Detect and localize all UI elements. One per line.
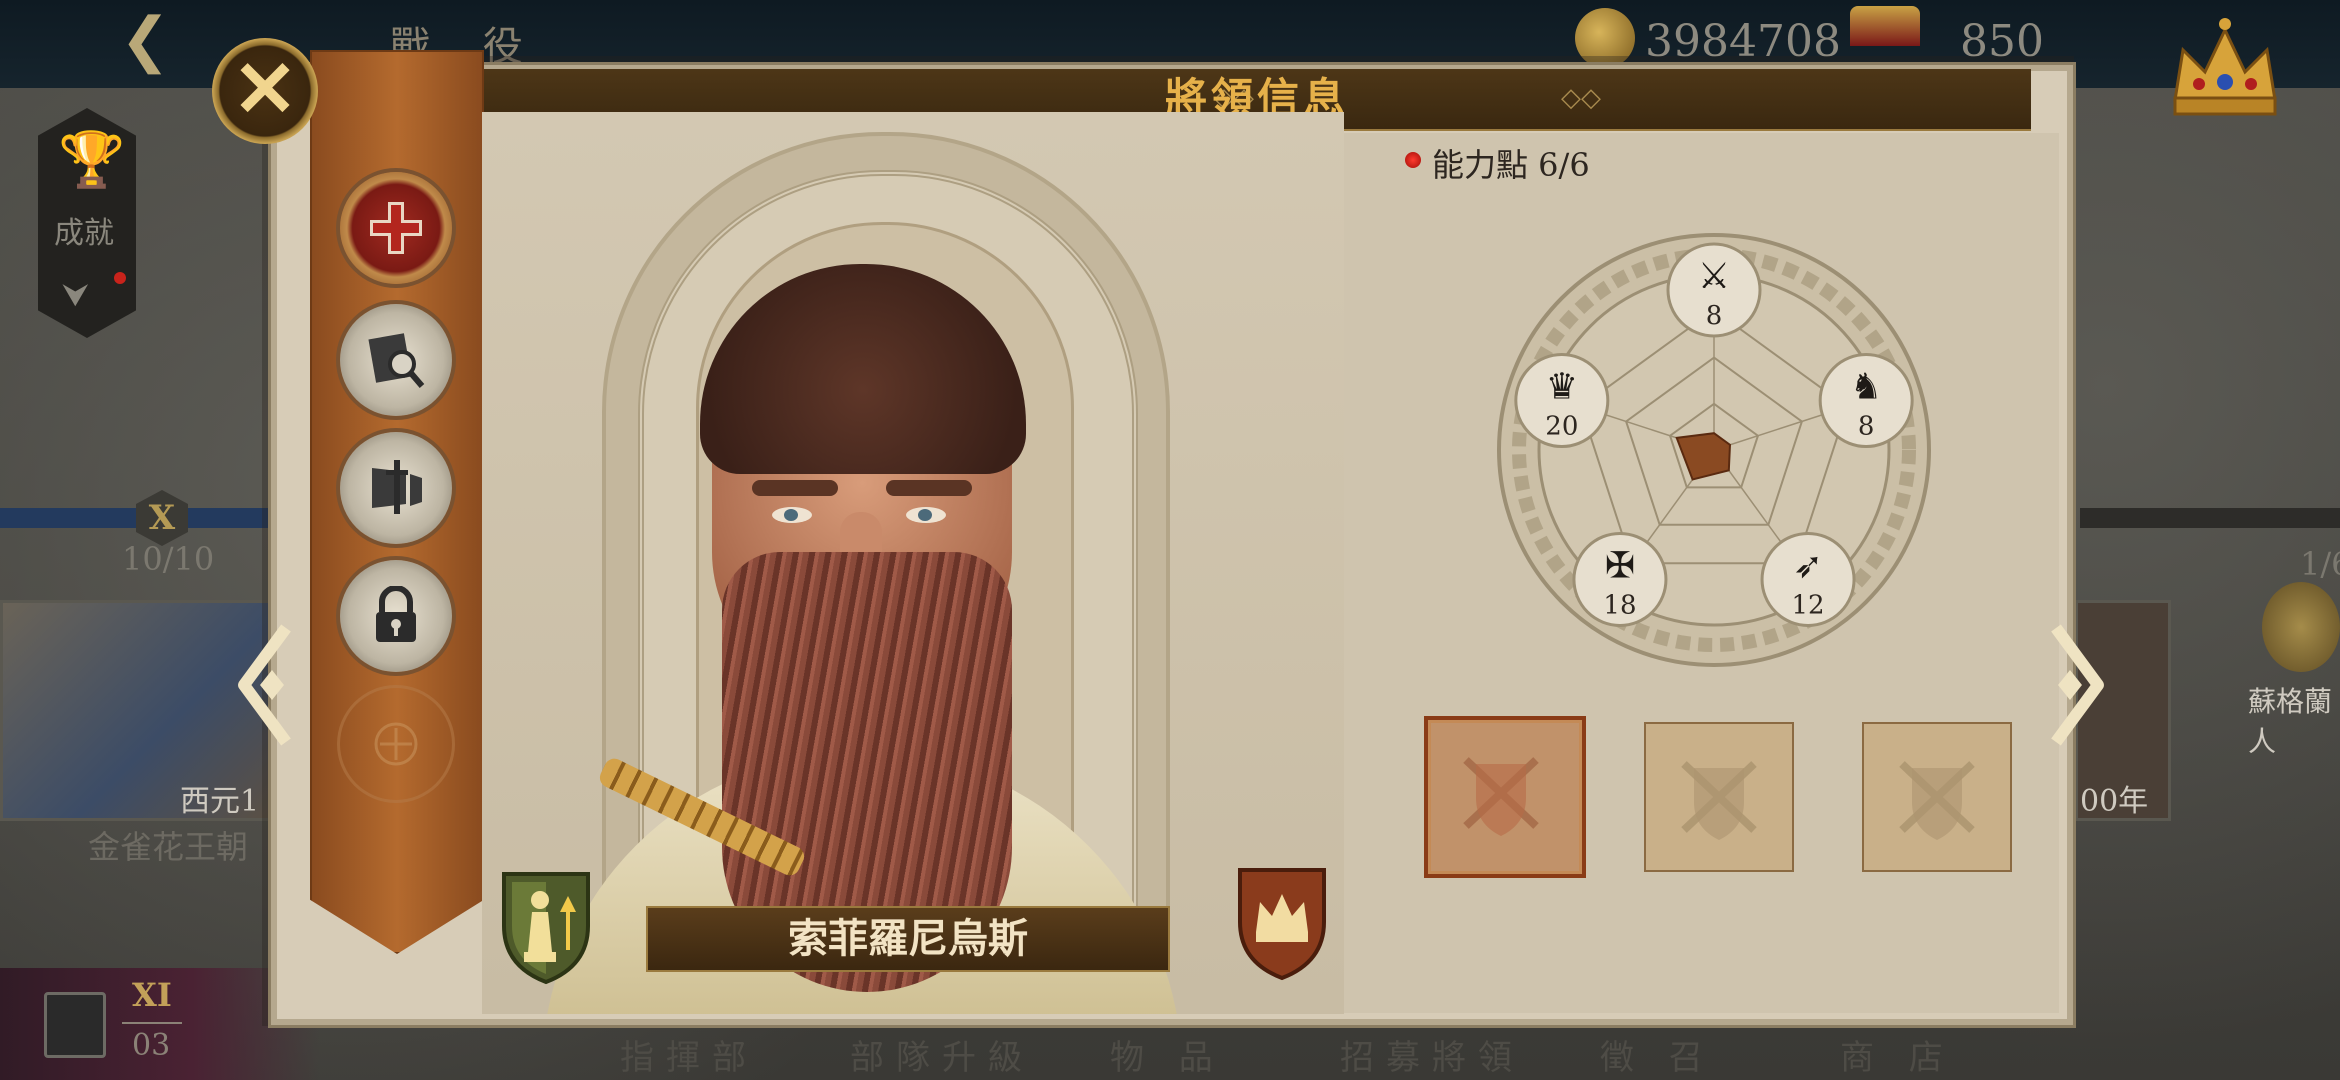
stat-node-horse: ♞8 (1818, 353, 1914, 449)
shield-swords-icon (1681, 761, 1757, 840)
shield-swords-icon (1899, 761, 1975, 840)
general-portrait (482, 112, 1344, 1014)
achievements-label: 成就 (54, 216, 114, 251)
campaign-year-right: 00年 (2080, 784, 2149, 819)
trophy-icon: 🏆 (58, 128, 126, 191)
campaign-count-right: 1/6 (2300, 545, 2340, 583)
stat-value: 18 (1603, 590, 1636, 620)
horse-icon: ♞ (1850, 367, 1882, 408)
stat-node-crossed-swords: ⚔8 (1666, 242, 1762, 338)
back-arrow-icon[interactable]: ❮ (120, 10, 190, 70)
general-sidebar (310, 50, 484, 954)
close-button[interactable]: ✕ (212, 38, 318, 144)
bottom-tab-bar: 指揮部 部隊升級 物 品 招募將領 徵 召 商 店 (560, 1030, 2080, 1080)
crown-resource-icon (1850, 6, 1920, 46)
stat-value: 20 (1545, 412, 1578, 442)
crown-shield-icon[interactable] (1234, 862, 1330, 982)
shield-swords-icon (1463, 757, 1539, 836)
stat-value: 12 (1791, 590, 1824, 620)
equipment-slot-3[interactable] (1862, 722, 2012, 872)
chess-pawn-rank-icon[interactable] (498, 866, 594, 986)
stat-node-bow: ➶ 12 (1760, 531, 1856, 627)
tab-shop[interactable]: 商 店 (1840, 1030, 1955, 1079)
chapter-divider (122, 1022, 182, 1024)
progress-strip-right (2080, 508, 2340, 528)
royal-crown-icon[interactable] (2165, 10, 2285, 120)
tab-conscript[interactable]: 徵 召 (1600, 1030, 1715, 1079)
general-brow-right (886, 480, 972, 496)
crown-icon: ♛ (1546, 367, 1578, 408)
ornament-icon (374, 722, 418, 766)
tab-items[interactable]: 物 品 (1110, 1030, 1225, 1079)
stats-radar-wheel: ⚔8♞8➶12✠18♛20 (1497, 233, 1931, 667)
bow-icon: ➶ (1793, 545, 1823, 586)
notification-dot (114, 272, 126, 284)
save-icon[interactable] (44, 992, 106, 1058)
general-eye-left (772, 507, 812, 523)
tab-unit-upgrade[interactable]: 部隊升級 (850, 1030, 1034, 1079)
close-icon: ✕ (232, 44, 298, 135)
general-brow-left (752, 480, 838, 496)
sidebar-item-empty (340, 688, 452, 800)
ability-points-indicator (1405, 152, 1421, 168)
campaign-name-right: 蘇格蘭人 (2248, 685, 2333, 758)
general-name: 索菲羅尼烏斯 (788, 915, 1028, 962)
campaign-year-left: 西元1 (180, 784, 260, 819)
next-general-arrow-icon[interactable] (2036, 620, 2116, 750)
ability-points-label: 能力點 6/6 (1432, 146, 1590, 184)
padlock-icon (376, 586, 416, 642)
chapter-roman: XI (132, 976, 172, 1014)
stat-node-eagle: ✠ 18 (1572, 531, 1668, 627)
equipment-slot-1[interactable] (1424, 716, 1586, 878)
red-cross-icon (370, 202, 422, 254)
stat-node-crown: ♛ 20 (1514, 353, 1610, 449)
general-name-plate: 索菲羅尼烏斯 (646, 906, 1170, 972)
stat-value: 8 (1706, 301, 1723, 331)
progress-strip (0, 508, 270, 528)
equipment-slot-2[interactable] (1644, 722, 1794, 872)
crossed-swords-icon: ⚔ (1698, 256, 1730, 297)
sidebar-item-locked[interactable] (340, 560, 452, 672)
magnifier-map-icon (368, 333, 425, 388)
chapter-number: 03 (132, 1028, 171, 1063)
tab-command[interactable]: 指揮部 (620, 1030, 758, 1079)
layers-icon[interactable]: ⮟ (62, 276, 110, 314)
general-eye-right (906, 507, 946, 523)
campaign-name-left: 金雀花王朝 (88, 828, 249, 866)
previous-general-arrow-icon[interactable] (226, 620, 306, 750)
sidebar-item-medical[interactable] (340, 172, 452, 284)
stat-value: 8 (1858, 412, 1875, 442)
header-ornament-right-icon: ◇◇ (1561, 83, 1601, 113)
campaign-count-left: 10/10 (122, 540, 215, 578)
tab-recruit-generals[interactable]: 招募將領 (1340, 1030, 1524, 1079)
sidebar-item-equipment[interactable] (340, 432, 452, 544)
campaign-emblem-right (2262, 582, 2340, 672)
sword-banner-icon (372, 460, 422, 514)
eagle-icon: ✠ (1605, 545, 1635, 586)
sidebar-item-inspect[interactable] (340, 304, 452, 416)
